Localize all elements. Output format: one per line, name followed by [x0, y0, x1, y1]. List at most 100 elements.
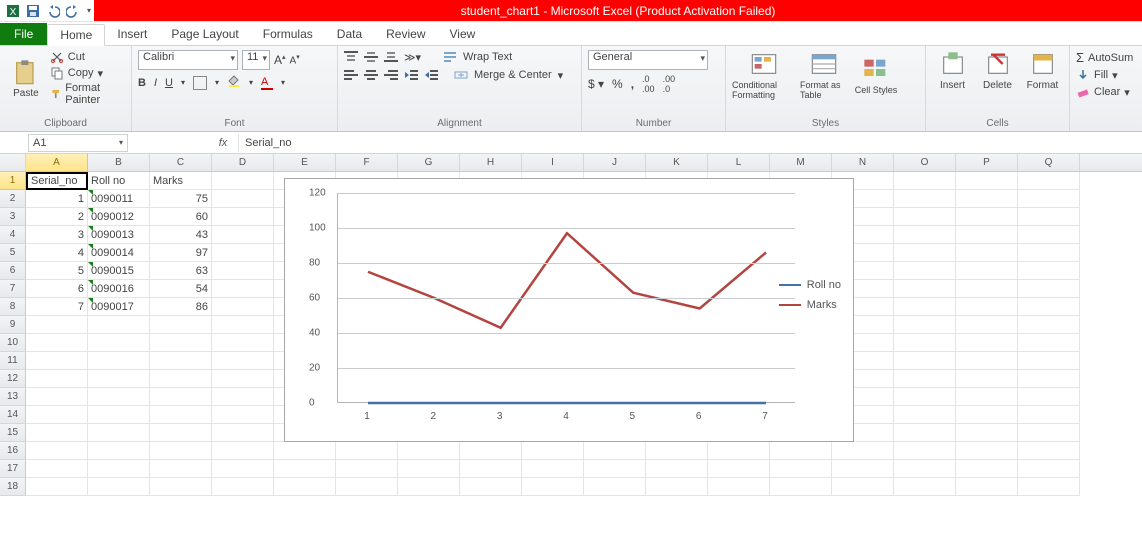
tab-file[interactable]: File	[0, 23, 47, 45]
cell[interactable]: 86	[150, 298, 212, 316]
increase-decimal-icon[interactable]: .0.00	[642, 74, 655, 94]
cell[interactable]: 75	[150, 190, 212, 208]
row-header[interactable]: 7	[0, 280, 26, 298]
cell[interactable]	[212, 370, 274, 388]
cell[interactable]: 7	[26, 298, 88, 316]
row-header[interactable]: 1	[0, 172, 26, 190]
cell[interactable]	[956, 352, 1018, 370]
col-header[interactable]: C	[150, 154, 212, 171]
bold-button[interactable]: B	[138, 77, 146, 89]
undo-icon[interactable]	[44, 2, 62, 20]
decrease-decimal-icon[interactable]: .00.0	[663, 74, 676, 94]
cell[interactable]	[88, 478, 150, 496]
row-header[interactable]: 16	[0, 442, 26, 460]
col-header[interactable]: N	[832, 154, 894, 171]
cell[interactable]	[1018, 298, 1080, 316]
cell[interactable]	[894, 226, 956, 244]
cell[interactable]	[956, 406, 1018, 424]
cell[interactable]	[398, 478, 460, 496]
cell[interactable]	[336, 478, 398, 496]
cell[interactable]	[26, 334, 88, 352]
align-top-icon[interactable]	[344, 50, 358, 64]
align-bottom-icon[interactable]	[384, 50, 398, 64]
delete-cell-button[interactable]: Delete	[977, 50, 1018, 91]
cell[interactable]: 0090017	[88, 298, 150, 316]
cell[interactable]	[894, 442, 956, 460]
cell[interactable]	[212, 280, 274, 298]
cell[interactable]	[1018, 316, 1080, 334]
cell[interactable]	[894, 316, 956, 334]
cell[interactable]	[150, 442, 212, 460]
cell[interactable]	[522, 460, 584, 478]
increase-font-icon[interactable]: A▴	[274, 53, 286, 67]
cell[interactable]	[956, 172, 1018, 190]
cell[interactable]	[894, 172, 956, 190]
embedded-chart[interactable]: Roll no Marks 0204060801001201234567	[284, 178, 854, 442]
clear-button[interactable]: Clear ▾	[1076, 85, 1134, 99]
row-header[interactable]: 9	[0, 316, 26, 334]
cell[interactable]	[150, 352, 212, 370]
tab-home[interactable]: Home	[47, 24, 105, 46]
autosum-button[interactable]: Σ AutoSum	[1076, 50, 1134, 65]
cell[interactable]	[894, 190, 956, 208]
percent-button[interactable]: %	[612, 77, 623, 91]
cut-button[interactable]: Cut	[50, 50, 125, 64]
cell[interactable]	[212, 424, 274, 442]
cell[interactable]: 0090013	[88, 226, 150, 244]
cell[interactable]	[26, 442, 88, 460]
tab-view[interactable]: View	[438, 23, 488, 45]
cell[interactable]	[88, 406, 150, 424]
cell[interactable]	[956, 280, 1018, 298]
fill-color-button[interactable]	[227, 74, 241, 91]
cell[interactable]	[956, 424, 1018, 442]
cell[interactable]: Marks	[150, 172, 212, 190]
cell[interactable]	[398, 460, 460, 478]
cell[interactable]	[646, 442, 708, 460]
cell[interactable]	[212, 244, 274, 262]
cell[interactable]	[1018, 478, 1080, 496]
formula-bar[interactable]: Serial_no	[238, 134, 1142, 152]
cell[interactable]	[956, 262, 1018, 280]
cell[interactable]	[88, 352, 150, 370]
cell[interactable]	[88, 424, 150, 442]
row-header[interactable]: 12	[0, 370, 26, 388]
cell[interactable]	[26, 424, 88, 442]
cell[interactable]	[212, 442, 274, 460]
cell[interactable]: Roll no	[88, 172, 150, 190]
row-header[interactable]: 2	[0, 190, 26, 208]
conditional-formatting-button[interactable]: Conditional Formatting	[732, 50, 796, 100]
cell[interactable]	[1018, 208, 1080, 226]
wrap-text-button[interactable]: Wrap Text	[463, 51, 512, 63]
cell[interactable]	[398, 442, 460, 460]
cell[interactable]	[894, 478, 956, 496]
increase-indent-icon[interactable]	[424, 68, 438, 82]
cell[interactable]	[1018, 226, 1080, 244]
cell[interactable]	[894, 298, 956, 316]
cell[interactable]	[26, 478, 88, 496]
font-size-select[interactable]: 11	[242, 50, 270, 70]
cell[interactable]	[584, 478, 646, 496]
cell[interactable]	[88, 388, 150, 406]
cell[interactable]	[212, 208, 274, 226]
decrease-font-icon[interactable]: A▾	[290, 53, 300, 66]
cell[interactable]: 3	[26, 226, 88, 244]
cell[interactable]	[26, 352, 88, 370]
cell[interactable]: 2	[26, 208, 88, 226]
cell[interactable]	[26, 316, 88, 334]
save-icon[interactable]	[24, 2, 42, 20]
cell[interactable]	[1018, 334, 1080, 352]
cell[interactable]	[26, 388, 88, 406]
cell[interactable]	[832, 442, 894, 460]
number-format-select[interactable]: General	[588, 50, 708, 70]
col-header[interactable]: B	[88, 154, 150, 171]
cell[interactable]	[150, 388, 212, 406]
currency-button[interactable]: $ ▾	[588, 77, 604, 91]
cell[interactable]	[1018, 190, 1080, 208]
cell[interactable]: 43	[150, 226, 212, 244]
cell[interactable]	[336, 442, 398, 460]
col-header[interactable]: H	[460, 154, 522, 171]
cell[interactable]	[894, 334, 956, 352]
row-header[interactable]: 3	[0, 208, 26, 226]
cell[interactable]	[708, 442, 770, 460]
cell[interactable]	[212, 298, 274, 316]
